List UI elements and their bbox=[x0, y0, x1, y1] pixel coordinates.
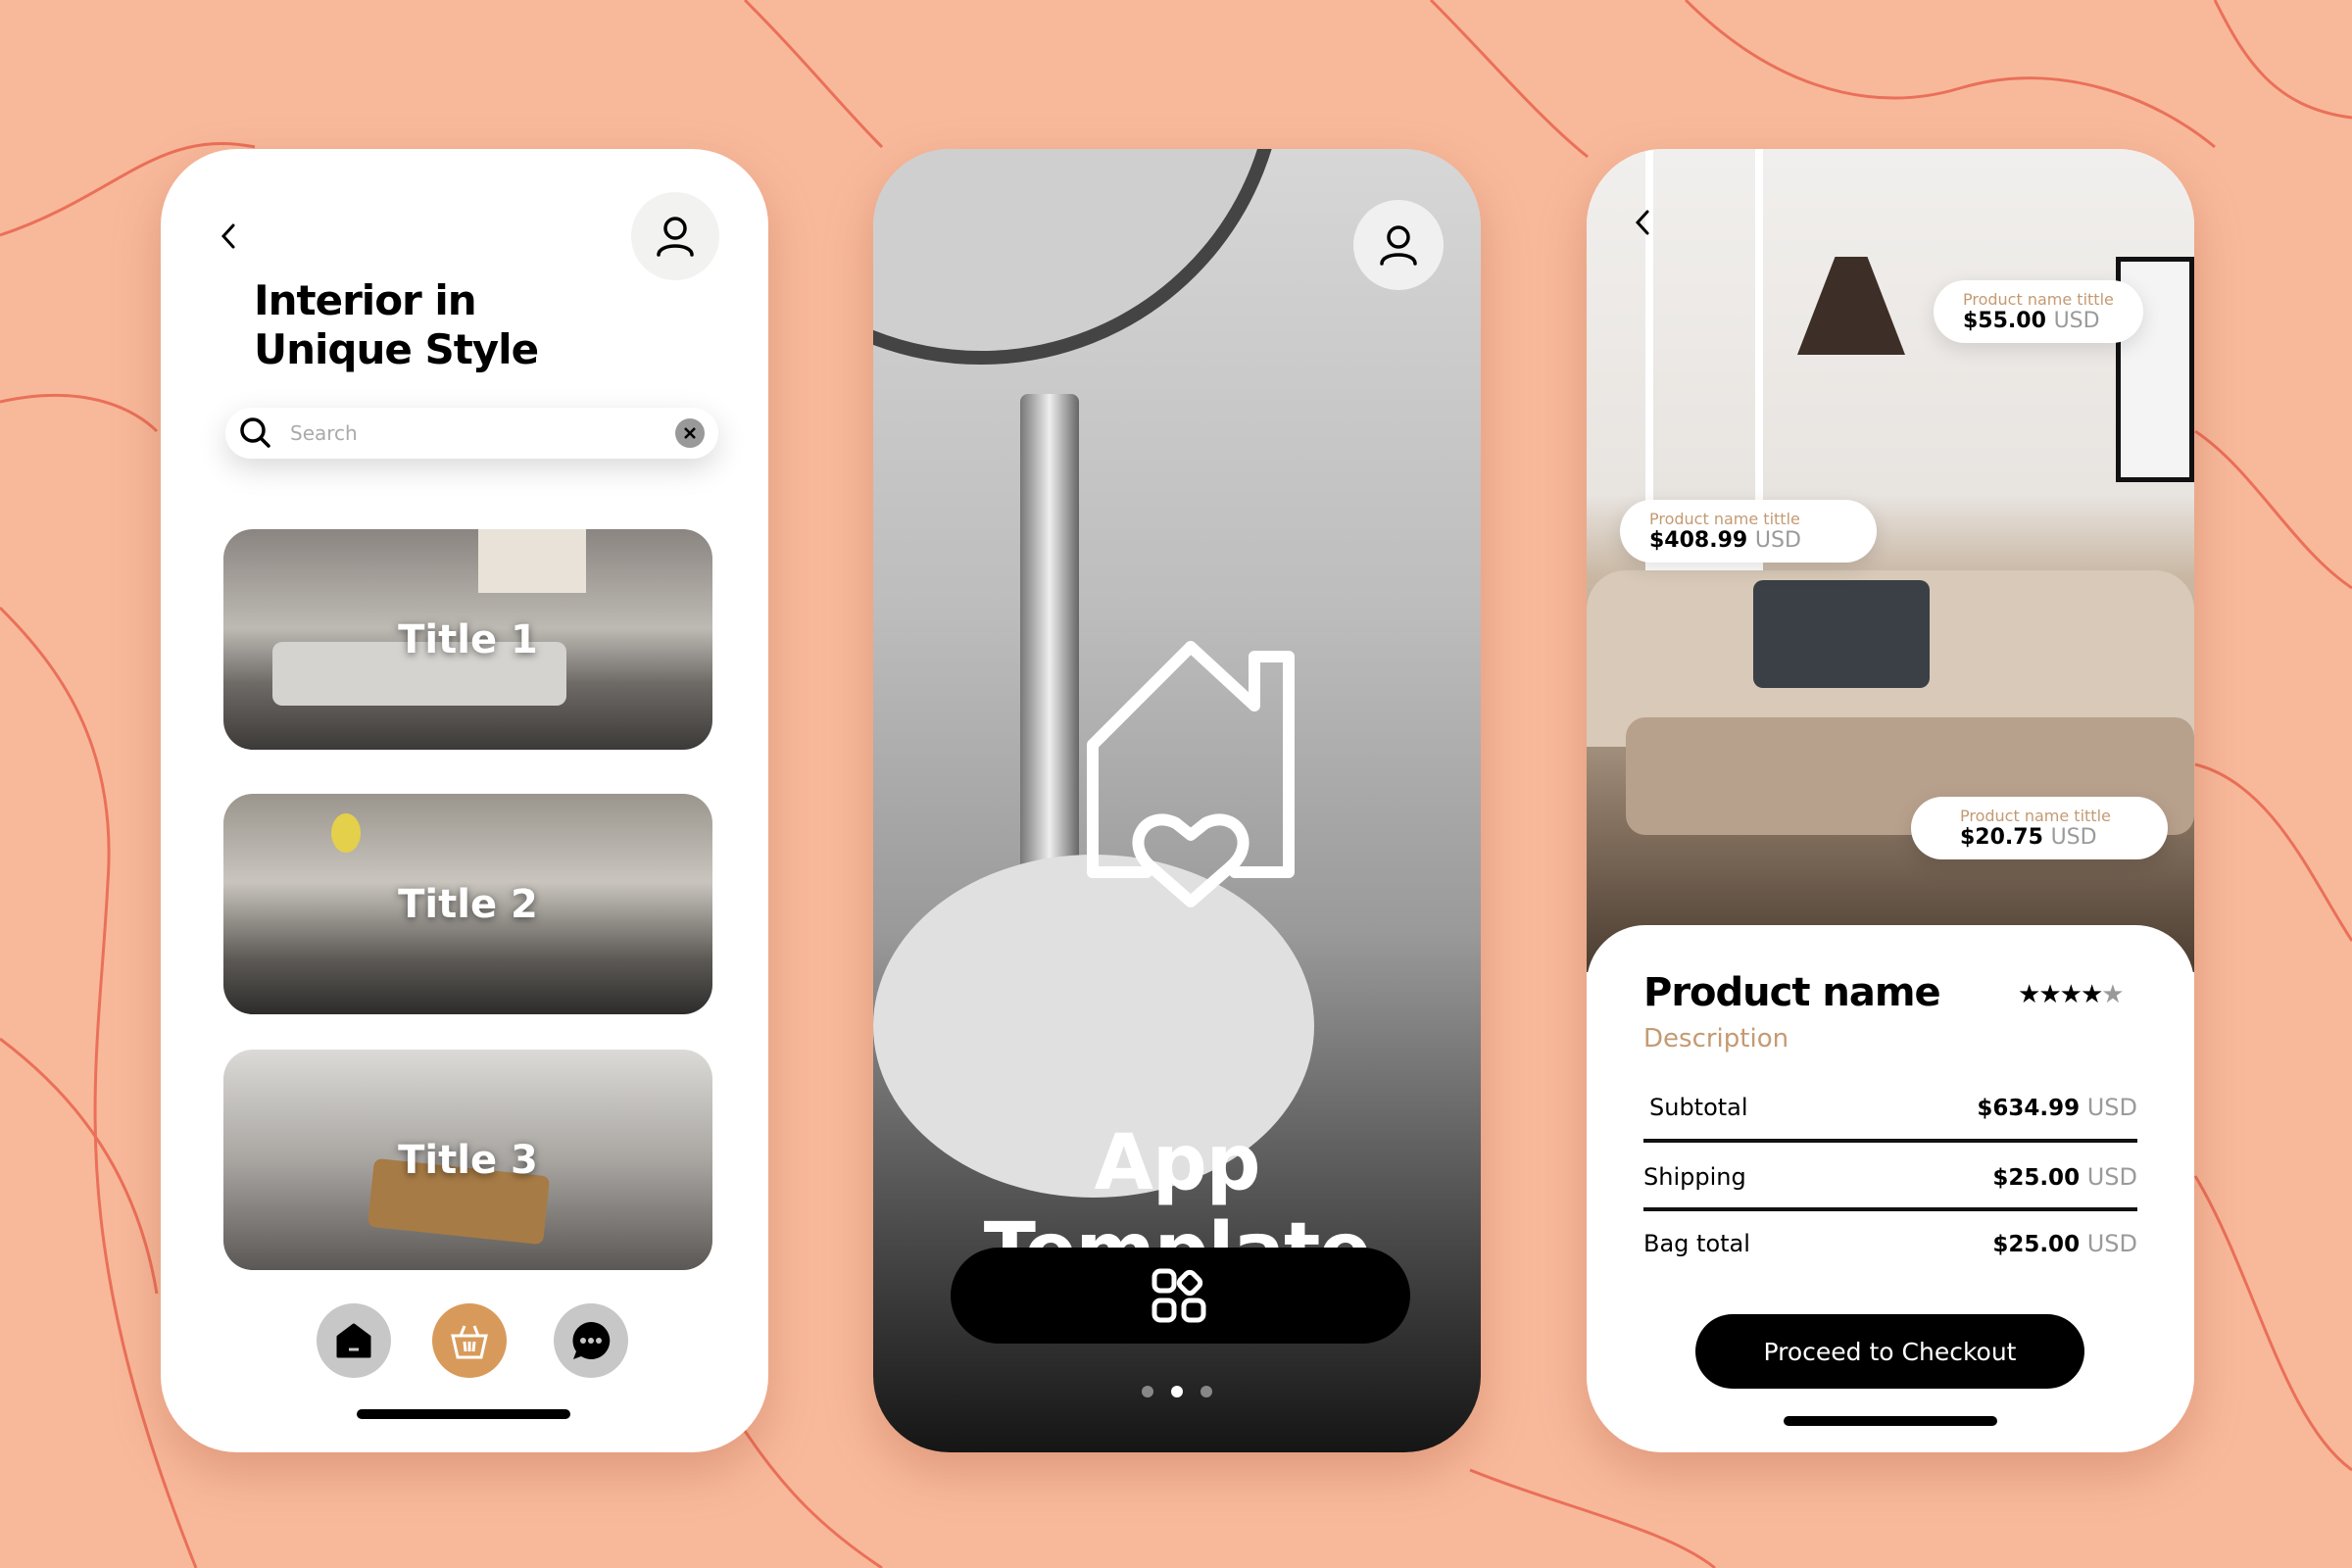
screen-interior-list: Interior in Unique Style Search Title 1 T… bbox=[161, 149, 768, 1452]
nav-home-button[interactable] bbox=[317, 1303, 391, 1378]
basket-icon bbox=[451, 1325, 488, 1359]
page-title: Interior in Unique Style bbox=[254, 276, 539, 373]
star-filled-icon: ★ bbox=[2080, 980, 2103, 1009]
card-title-1[interactable]: Title 1 bbox=[223, 529, 712, 750]
star-filled-icon: ★ bbox=[2059, 980, 2082, 1009]
product-tag[interactable]: Product name tittle $55.00 USD bbox=[1934, 280, 2143, 343]
star-filled-icon: ★ bbox=[2018, 980, 2040, 1009]
product-tag[interactable]: Product name tittle $20.75 USD bbox=[1911, 797, 2168, 859]
proceed-to-checkout-button[interactable]: Proceed to Checkout bbox=[1695, 1314, 2084, 1389]
divider bbox=[1643, 1207, 2137, 1211]
search-input[interactable]: Search bbox=[290, 421, 675, 445]
chat-icon bbox=[572, 1321, 611, 1359]
back-chevron-icon[interactable] bbox=[218, 221, 239, 251]
nav-chat-button[interactable] bbox=[554, 1303, 628, 1378]
get-started-button[interactable] bbox=[951, 1248, 1410, 1344]
bag-total-row: Bag total $25.00 USD bbox=[1643, 1230, 2137, 1257]
card-title-3[interactable]: Title 3 bbox=[223, 1050, 712, 1270]
star-filled-icon: ★ bbox=[2038, 980, 2061, 1009]
back-chevron-icon[interactable] bbox=[1632, 208, 1653, 237]
mirror-decoration bbox=[873, 149, 1285, 365]
pager-dot-active[interactable] bbox=[1171, 1386, 1183, 1397]
screen-splash: AppTemplate Get started bbox=[873, 149, 1481, 1452]
pager-dots bbox=[873, 1386, 1481, 1397]
apps-grid-icon bbox=[1152, 1268, 1205, 1323]
home-icon bbox=[336, 1323, 371, 1358]
profile-button[interactable] bbox=[1353, 200, 1444, 290]
star-empty-icon: ★ bbox=[2101, 980, 2124, 1009]
product-name: Product name bbox=[1643, 970, 1941, 1015]
house-heart-logo-icon bbox=[1087, 641, 1295, 907]
shipping-row: Shipping $25.00 USD bbox=[1643, 1163, 2137, 1191]
subtotal-row: Subtotal $634.99 USD bbox=[1649, 1094, 2137, 1121]
user-icon bbox=[657, 217, 694, 257]
home-indicator bbox=[357, 1409, 570, 1419]
search-bar[interactable]: Search bbox=[225, 408, 718, 459]
profile-button[interactable] bbox=[631, 192, 719, 280]
card-title-2[interactable]: Title 2 bbox=[223, 794, 712, 1014]
product-description: Description bbox=[1643, 1024, 1789, 1054]
close-icon bbox=[684, 427, 696, 439]
pager-dot[interactable] bbox=[1142, 1386, 1153, 1397]
clear-search-button[interactable] bbox=[675, 418, 705, 448]
search-icon bbox=[240, 417, 270, 448]
pager-dot[interactable] bbox=[1200, 1386, 1212, 1397]
user-icon bbox=[1380, 225, 1417, 266]
nav-basket-button[interactable] bbox=[432, 1303, 507, 1378]
star-rating: ★★★★★ bbox=[2018, 980, 2125, 1009]
home-indicator bbox=[1784, 1416, 1997, 1426]
divider bbox=[1643, 1139, 2137, 1143]
screen-product-detail: Product name tittle $55.00 USD Product n… bbox=[1587, 149, 2194, 1452]
product-tag[interactable]: Product name tittle $408.99 USD bbox=[1620, 500, 1877, 563]
